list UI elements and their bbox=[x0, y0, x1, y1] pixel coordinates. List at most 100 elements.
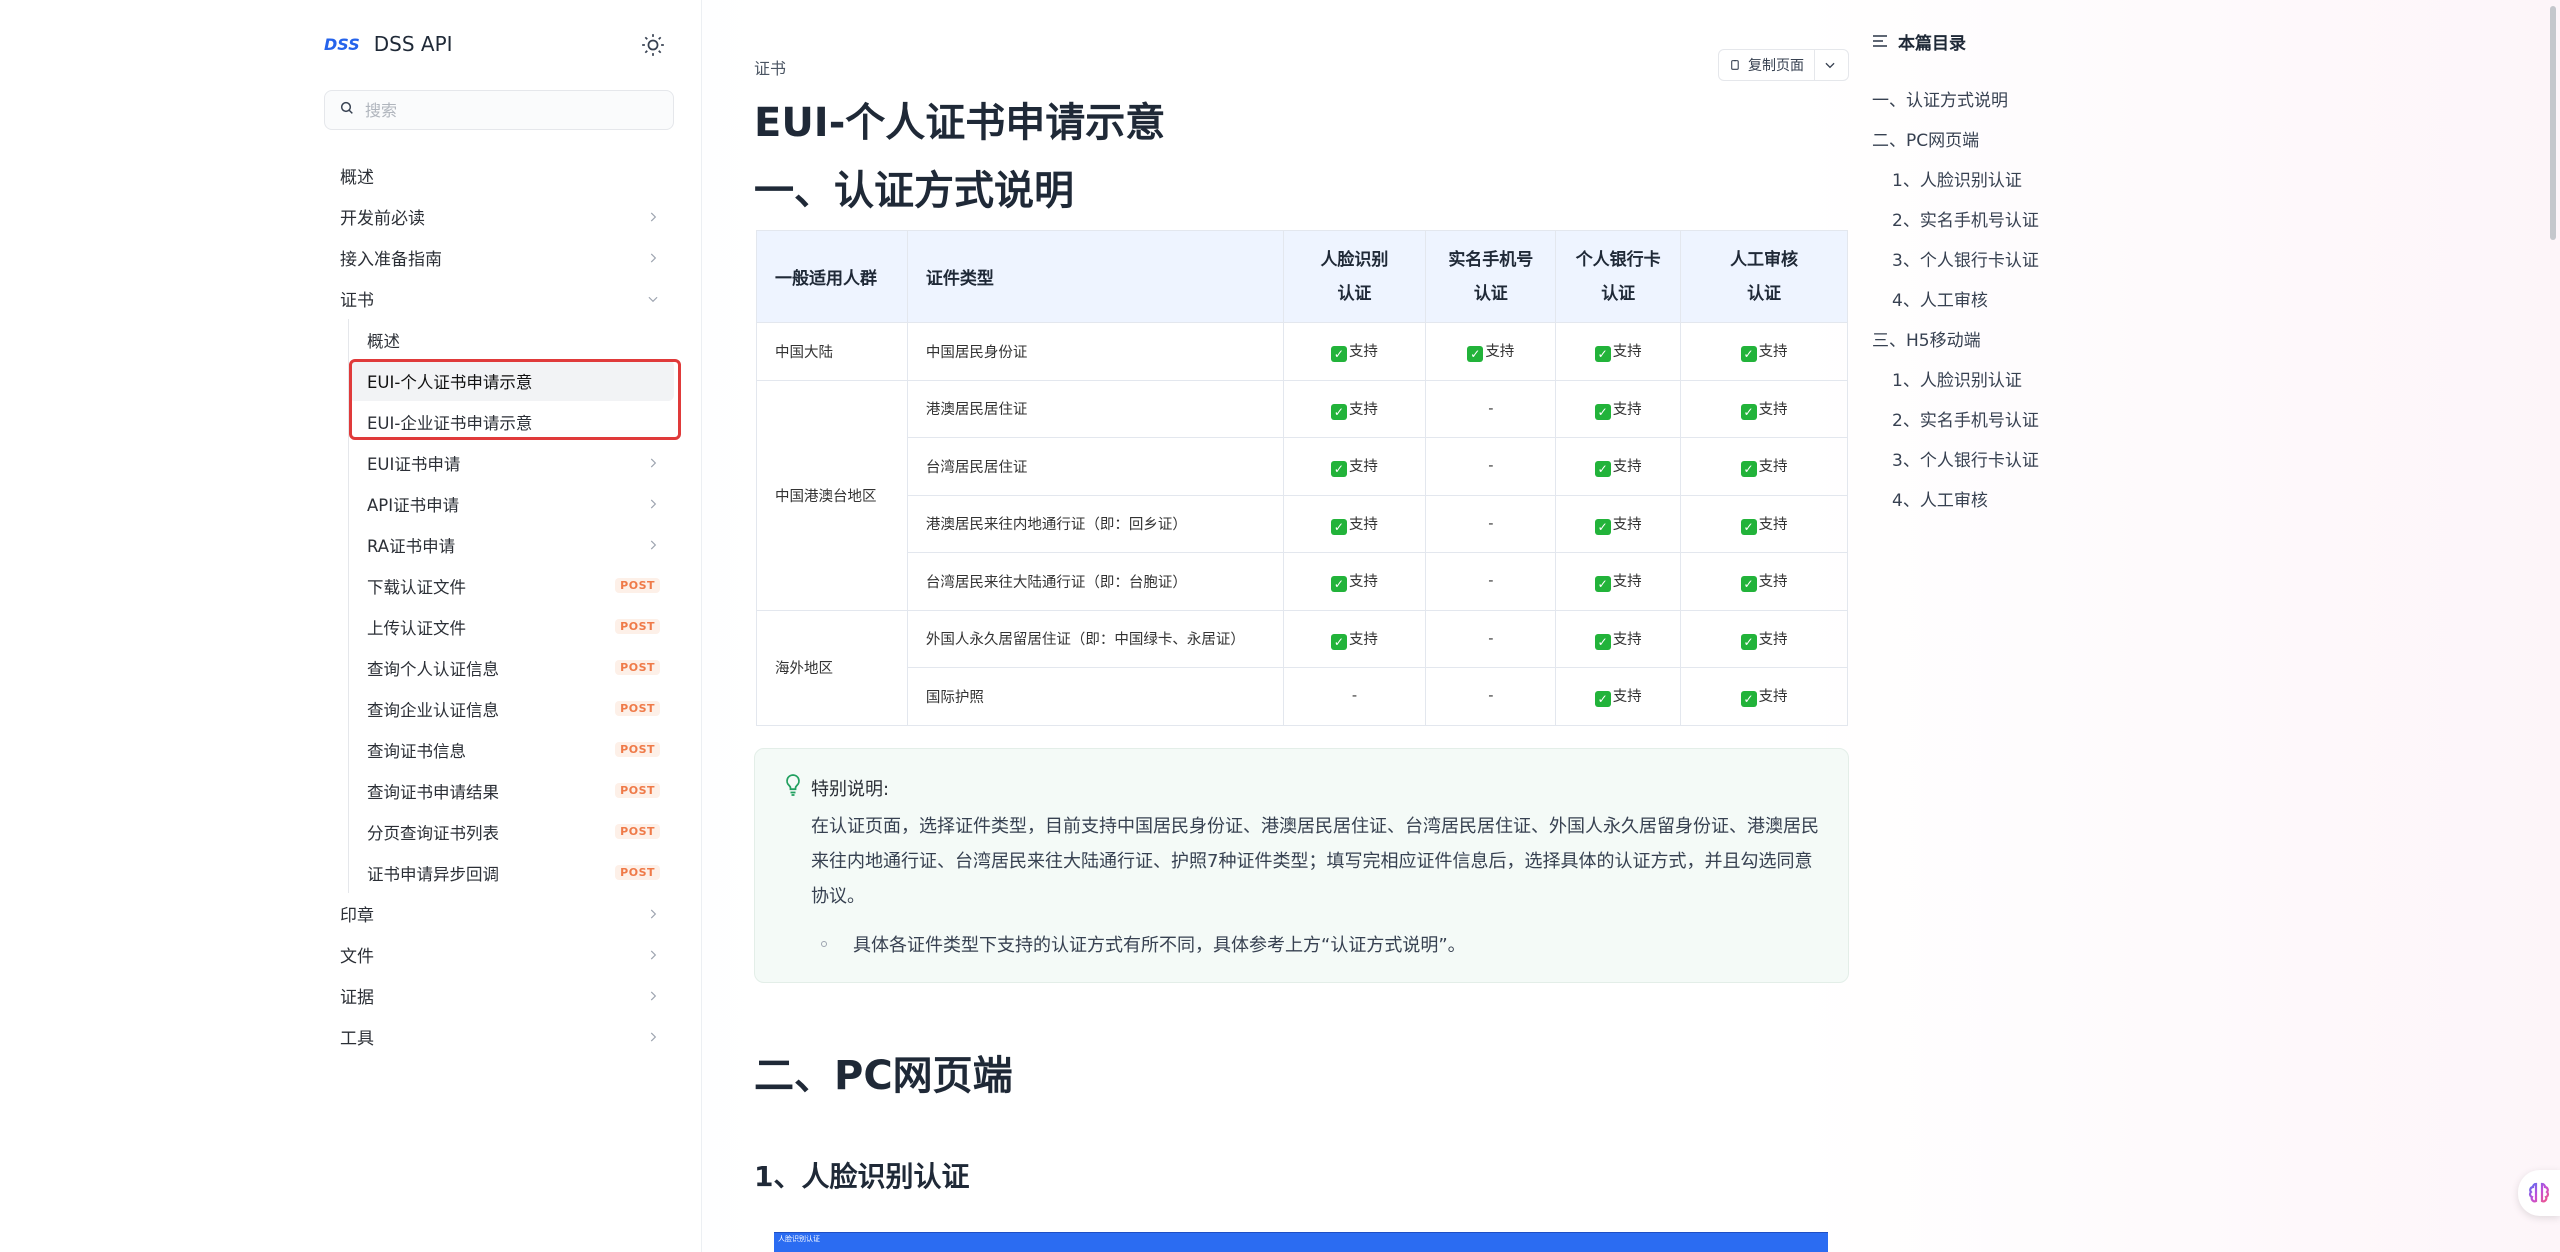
support-cell: ✓ 支持 bbox=[1680, 609, 1848, 668]
check-mark-icon: ✓ bbox=[1330, 403, 1347, 420]
check-mark-icon: ✓ bbox=[1740, 576, 1757, 593]
nav-subitem-upload-auth-file[interactable]: 上传认证文件 POST bbox=[349, 606, 674, 647]
nav-item-tools[interactable]: 工具 bbox=[324, 1016, 674, 1057]
nav-label: 开发前必读 bbox=[340, 209, 425, 229]
toc-heading-label: 本篇目录 bbox=[1898, 33, 1966, 54]
nav-label: 接入准备指南 bbox=[340, 250, 442, 270]
nav-item-seal[interactable]: 印章 bbox=[324, 893, 674, 934]
document-type-cell: 国际护照 bbox=[906, 667, 1284, 726]
chevron-right-icon bbox=[650, 540, 657, 549]
nav-subitem-eui-personal[interactable]: EUI-个人证书申请示意 bbox=[349, 360, 674, 401]
toc-item[interactable]: 1、人脸识别认证 bbox=[1872, 358, 2172, 398]
toc-item[interactable]: 3、个人银行卡认证 bbox=[1872, 238, 2172, 278]
toc-item[interactable]: 二、PC网页端 bbox=[1872, 118, 2172, 158]
toc-item[interactable]: 一、认证方式说明 bbox=[1872, 78, 2172, 118]
toc-item[interactable]: 三、H5移动端 bbox=[1872, 318, 2172, 358]
support-text: - bbox=[1488, 400, 1494, 417]
certificate-submenu: 概述 EUI-个人证书申请示意 EUI-企业证书申请示意 EUI证书申请 API… bbox=[348, 319, 674, 893]
breadcrumb[interactable]: 证书 bbox=[754, 55, 786, 79]
nav-item-access-guide[interactable]: 接入准备指南 bbox=[324, 237, 674, 278]
copy-icon bbox=[1731, 59, 1739, 70]
chevron-right-icon bbox=[650, 253, 657, 262]
table-header: 实名手机号 认证 bbox=[1425, 230, 1557, 323]
support-cell: ✓ 支持 bbox=[1680, 322, 1848, 381]
table-header: 一般适用人群 bbox=[756, 230, 908, 323]
nav-subitem-page-query-cert-list[interactable]: 分页查询证书列表 POST bbox=[349, 811, 674, 852]
check-mark-icon: ✓ bbox=[1594, 633, 1611, 650]
support-cell: - bbox=[1425, 609, 1557, 668]
chevron-down-icon bbox=[648, 296, 658, 302]
nav-subitem-download-auth-file[interactable]: 下载认证文件 POST bbox=[349, 565, 674, 606]
toc-item[interactable]: 1、人脸识别认证 bbox=[1872, 158, 2172, 198]
nav-item-file[interactable]: 文件 bbox=[324, 934, 674, 975]
support-text: 支持 bbox=[1612, 689, 1642, 706]
support-text: 支持 bbox=[1612, 344, 1642, 361]
check-mark-icon: ✓ bbox=[1740, 461, 1757, 478]
nav-item-evidence[interactable]: 证据 bbox=[324, 975, 674, 1016]
post-badge: POST bbox=[615, 824, 660, 839]
copy-page-button[interactable]: 复制页面 bbox=[1718, 49, 1849, 81]
scrollbar-thumb[interactable] bbox=[2550, 6, 2556, 240]
support-text: 支持 bbox=[1612, 631, 1642, 648]
nav-label: 查询个人认证信息 bbox=[367, 659, 499, 679]
toc-item[interactable]: 3、个人银行卡认证 bbox=[1872, 438, 2172, 478]
table-row: 台湾居民居住证 ✓ 支持 - ✓ 支持 ✓ 支持 bbox=[757, 437, 1848, 496]
post-badge: POST bbox=[615, 701, 660, 716]
nav-label: 上传认证文件 bbox=[367, 618, 466, 638]
nav-subitem-query-enterprise-auth[interactable]: 查询企业认证信息 POST bbox=[349, 688, 674, 729]
nav-item-certificate[interactable]: 证书 bbox=[324, 278, 674, 319]
check-mark-icon: ✓ bbox=[1467, 346, 1484, 363]
nav-subitem-eui-enterprise[interactable]: EUI-企业证书申请示意 bbox=[349, 401, 674, 442]
nav-label: 概述 bbox=[340, 168, 374, 188]
toc-list: 一、认证方式说明 二、PC网页端 1、人脸识别认证 2、实名手机号认证 3、个人… bbox=[1872, 78, 2172, 518]
support-cell: ✓ 支持 bbox=[1680, 379, 1848, 438]
post-badge: POST bbox=[615, 619, 660, 634]
support-text: 支持 bbox=[1348, 516, 1378, 533]
note-body: 在认证页面，选择证件类型，目前支持中国居民身份证、港澳居民居住证、台湾居民居住证… bbox=[811, 816, 1819, 907]
sidebar: DSS DSS API 概述 开发前必读 接入准备指南 bbox=[0, 0, 702, 1252]
support-text: 支持 bbox=[1348, 459, 1378, 476]
support-text: - bbox=[1488, 688, 1494, 705]
support-cell: ✓ 支持 bbox=[1282, 437, 1427, 496]
nav-item-before-dev[interactable]: 开发前必读 bbox=[324, 196, 674, 237]
support-cell: ✓ 支持 bbox=[1282, 322, 1427, 381]
ai-assistant-button[interactable] bbox=[2518, 1170, 2560, 1216]
check-mark-icon: ✓ bbox=[1740, 346, 1757, 363]
search-box[interactable] bbox=[324, 90, 674, 130]
table-header: 个人银行卡 认证 bbox=[1555, 230, 1682, 323]
auth-methods-table: 一般适用人群 证件类型 人脸识别 认证 实名手机号 认证 个人银行卡 认证 人工审核认… bbox=[756, 230, 1848, 726]
support-text: 支持 bbox=[1612, 516, 1642, 533]
nav-subitem-api-apply[interactable]: API证书申请 bbox=[349, 483, 674, 524]
nav-item-overview[interactable]: 概述 bbox=[324, 155, 674, 196]
sun-icon[interactable] bbox=[640, 32, 666, 58]
nav-subitem-query-apply-result[interactable]: 查询证书申请结果 POST bbox=[349, 770, 674, 811]
nav-subitem-async-callback[interactable]: 证书申请异步回调 POST bbox=[349, 852, 674, 893]
support-text: 支持 bbox=[1758, 401, 1788, 418]
nav-subitem-eui-apply[interactable]: EUI证书申请 bbox=[349, 442, 674, 483]
copy-page-dropdown[interactable] bbox=[1815, 58, 1845, 72]
support-text: 支持 bbox=[1348, 631, 1378, 648]
nav-subitem-cert-overview[interactable]: 概述 bbox=[349, 319, 674, 360]
nav-label: EUI-个人证书申请示意 bbox=[367, 372, 533, 392]
copy-page-action[interactable]: 复制页面 bbox=[1719, 50, 1815, 80]
nav-subitem-query-personal-auth[interactable]: 查询个人认证信息 POST bbox=[349, 647, 674, 688]
toc-item[interactable]: 2、实名手机号认证 bbox=[1872, 198, 2172, 238]
brand[interactable]: DSS DSS API bbox=[324, 32, 453, 56]
group-cell: 中国港澳台地区 bbox=[756, 379, 908, 611]
support-text: 支持 bbox=[1612, 459, 1642, 476]
screenshot-preview-image: 人脸识别认证 bbox=[774, 1232, 1828, 1252]
post-badge: POST bbox=[615, 865, 660, 880]
toc-item[interactable]: 2、实名手机号认证 bbox=[1872, 398, 2172, 438]
check-mark-icon: ✓ bbox=[1594, 691, 1611, 708]
copy-page-label: 复制页面 bbox=[1748, 58, 1804, 74]
table-row: 台湾居民来往大陆通行证（即：台胞证） ✓ 支持 - ✓ 支持 ✓ 支持 bbox=[757, 552, 1848, 611]
table-header-row: 一般适用人群 证件类型 人脸识别 认证 实名手机号 认证 个人银行卡 认证 人工审核认… bbox=[756, 230, 1848, 323]
chevron-right-icon bbox=[650, 458, 657, 467]
group-cell: 中国大陆 bbox=[756, 322, 908, 381]
search-input[interactable] bbox=[365, 100, 645, 120]
nav-subitem-query-cert-info[interactable]: 查询证书信息 POST bbox=[349, 729, 674, 770]
nav-subitem-ra-apply[interactable]: RA证书申请 bbox=[349, 524, 674, 565]
page-scrollbar[interactable] bbox=[2546, 0, 2560, 1252]
toc-item[interactable]: 4、人工审核 bbox=[1872, 478, 2172, 518]
toc-item[interactable]: 4、人工审核 bbox=[1872, 278, 2172, 318]
